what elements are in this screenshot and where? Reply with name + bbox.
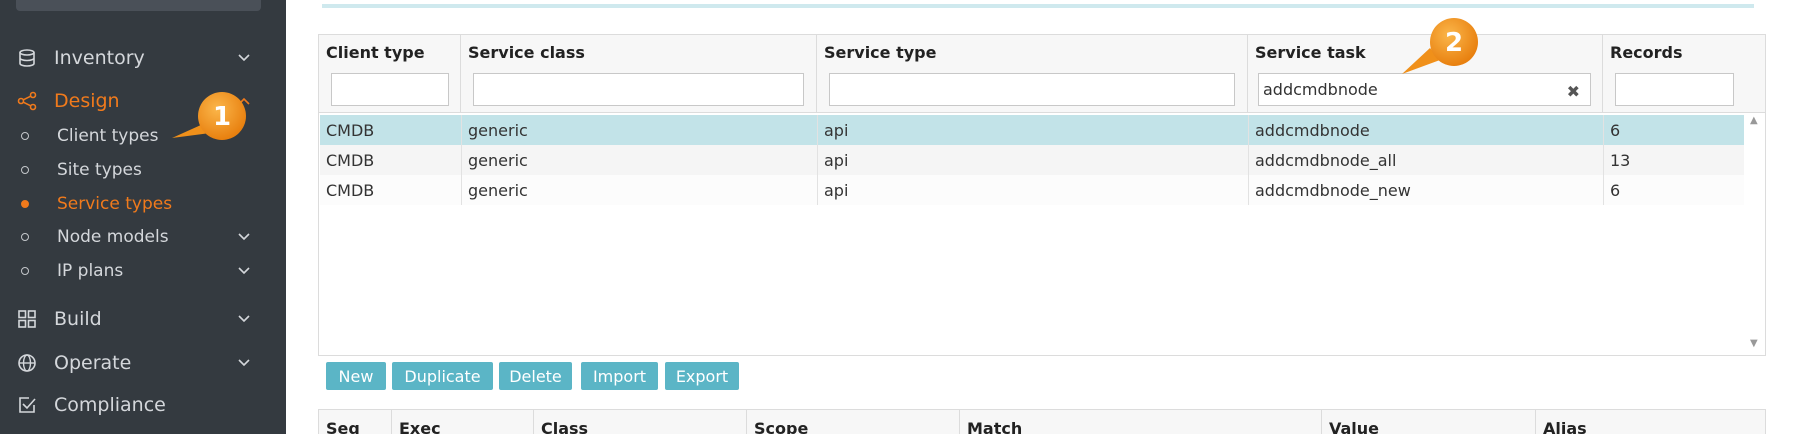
column-title: Class bbox=[541, 419, 589, 434]
cell-service-task: addcmdbnode_new bbox=[1249, 175, 1604, 205]
cell-service-task: addcmdbnode_all bbox=[1249, 145, 1604, 175]
new-button[interactable]: New bbox=[326, 362, 386, 390]
cell-client-type: CMDB bbox=[320, 145, 462, 175]
cell-service-class: generic bbox=[462, 115, 818, 145]
column-scope: Scope bbox=[747, 410, 960, 434]
column-value: Value bbox=[1322, 410, 1536, 434]
sidebar-item-label: Inventory bbox=[54, 47, 145, 69]
sidebar-item-label: Build bbox=[54, 308, 102, 330]
sidebar-subitem-site-types[interactable]: Site types bbox=[0, 155, 286, 185]
cell-records: 13 bbox=[1610, 150, 1631, 170]
column-title: Exec bbox=[399, 419, 441, 434]
bullet-icon bbox=[21, 132, 29, 140]
sidebar-item-compliance[interactable]: Compliance bbox=[0, 387, 286, 423]
column-class: Class bbox=[534, 410, 747, 434]
column-title: Service class bbox=[468, 43, 585, 62]
column-title: Records bbox=[1610, 43, 1683, 62]
column-service-type: Service type bbox=[817, 35, 1248, 113]
panel-top-rule bbox=[322, 4, 1754, 8]
cell-service-type: api bbox=[818, 175, 1249, 205]
sidebar-item-label: Design bbox=[54, 90, 120, 112]
grid-scrollbar[interactable]: ▲ ▼ bbox=[1745, 115, 1765, 355]
table-row[interactable]: CMDB generic api addcmdbnode 6 bbox=[320, 115, 1744, 145]
grid-header: Client type Service class Service type S… bbox=[319, 35, 1765, 113]
grid-icon bbox=[16, 308, 38, 330]
sidebar-item-build[interactable]: Build bbox=[0, 301, 286, 337]
column-client-type: Client type bbox=[319, 35, 461, 113]
scroll-down-icon[interactable]: ▼ bbox=[1750, 339, 1760, 349]
callout-label: 2 bbox=[1445, 28, 1463, 58]
service-type-filter-input[interactable] bbox=[829, 73, 1235, 106]
column-title: Scope bbox=[754, 419, 809, 434]
sidebar-subitem-node-models[interactable]: Node models bbox=[0, 222, 286, 252]
app-root: Inventory Design Client types Site types… bbox=[0, 0, 1807, 434]
column-title: Client type bbox=[326, 43, 425, 62]
table-row[interactable]: CMDB generic api addcmdbnode_new 6 bbox=[320, 175, 1744, 205]
clear-filter-icon[interactable]: ✖ bbox=[1567, 82, 1580, 101]
sidebar-item-inventory[interactable]: Inventory bbox=[0, 40, 286, 76]
column-exec: Exec bbox=[392, 410, 534, 434]
column-title: Service type bbox=[824, 43, 937, 62]
column-title: Alias bbox=[1543, 419, 1587, 434]
cell-service-class: generic bbox=[462, 175, 818, 205]
sidebar-subitem-label: Client types bbox=[57, 126, 159, 146]
cell-records: 6 bbox=[1610, 120, 1621, 140]
export-button[interactable]: Export bbox=[665, 362, 739, 390]
column-title: Match bbox=[967, 419, 1023, 434]
duplicate-button[interactable]: Duplicate bbox=[392, 362, 493, 390]
chevron-down-icon bbox=[236, 50, 252, 66]
column-match: Match bbox=[960, 410, 1322, 434]
delete-button[interactable]: Delete bbox=[499, 362, 572, 390]
sidebar: Inventory Design Client types Site types… bbox=[0, 0, 286, 434]
records-filter-input[interactable] bbox=[1615, 73, 1734, 106]
cell-records: 6 bbox=[1610, 180, 1621, 200]
sidebar-subitem-label: IP plans bbox=[57, 261, 124, 281]
callout-label: 1 bbox=[213, 102, 231, 132]
sidebar-subitem-ip-plans[interactable]: IP plans bbox=[0, 256, 286, 286]
column-title: Service task bbox=[1255, 43, 1366, 62]
rules-grid-header: Seq Exec Class Scope Match Value Alias bbox=[318, 409, 1766, 434]
check-square-icon bbox=[16, 394, 38, 416]
globe-icon bbox=[16, 352, 38, 374]
sidebar-top-bar bbox=[16, 0, 261, 11]
client-type-filter-input[interactable] bbox=[331, 73, 449, 106]
sidebar-subitem-service-types[interactable]: Service types bbox=[0, 189, 286, 219]
cell-service-class: generic bbox=[462, 145, 818, 175]
filter-value: addcmdbnode bbox=[1263, 80, 1378, 99]
cell-service-task: addcmdbnode bbox=[1249, 115, 1604, 145]
scroll-up-icon[interactable]: ▲ bbox=[1750, 116, 1760, 126]
cell-service-type: api bbox=[818, 145, 1249, 175]
sidebar-item-label: Compliance bbox=[54, 394, 166, 416]
table-row[interactable]: CMDB generic api addcmdbnode_all 13 bbox=[320, 145, 1744, 175]
chevron-down-icon bbox=[236, 311, 252, 327]
sidebar-item-operate[interactable]: Operate bbox=[0, 345, 286, 381]
chevron-down-icon bbox=[236, 355, 252, 371]
callout-badge-1: 1 bbox=[172, 92, 246, 140]
column-title: Seq bbox=[326, 419, 360, 434]
sidebar-subitem-label: Node models bbox=[57, 227, 169, 247]
share-icon bbox=[16, 90, 38, 112]
sidebar-item-label: Operate bbox=[54, 352, 132, 374]
sidebar-subitem-label: Site types bbox=[57, 160, 142, 180]
service-types-grid: Client type Service class Service type S… bbox=[318, 34, 1766, 356]
database-icon bbox=[16, 47, 38, 69]
callout-badge-2: 2 bbox=[1402, 18, 1478, 74]
bullet-icon bbox=[21, 200, 29, 208]
service-class-filter-input[interactable] bbox=[473, 73, 804, 106]
bullet-icon bbox=[21, 267, 29, 275]
chevron-down-icon bbox=[236, 229, 252, 245]
column-seq: Seq bbox=[319, 410, 392, 434]
import-button[interactable]: Import bbox=[581, 362, 658, 390]
chevron-down-icon bbox=[236, 263, 252, 279]
bullet-icon bbox=[21, 166, 29, 174]
column-alias: Alias bbox=[1536, 410, 1765, 434]
cell-service-type: api bbox=[818, 115, 1249, 145]
cell-client-type: CMDB bbox=[320, 115, 462, 145]
cell-client-type: CMDB bbox=[320, 175, 462, 205]
column-title: Value bbox=[1329, 419, 1380, 434]
column-records: Records bbox=[1603, 35, 1765, 113]
bullet-icon bbox=[21, 233, 29, 241]
column-service-class: Service class bbox=[461, 35, 817, 113]
sidebar-subitem-label: Service types bbox=[57, 194, 173, 214]
